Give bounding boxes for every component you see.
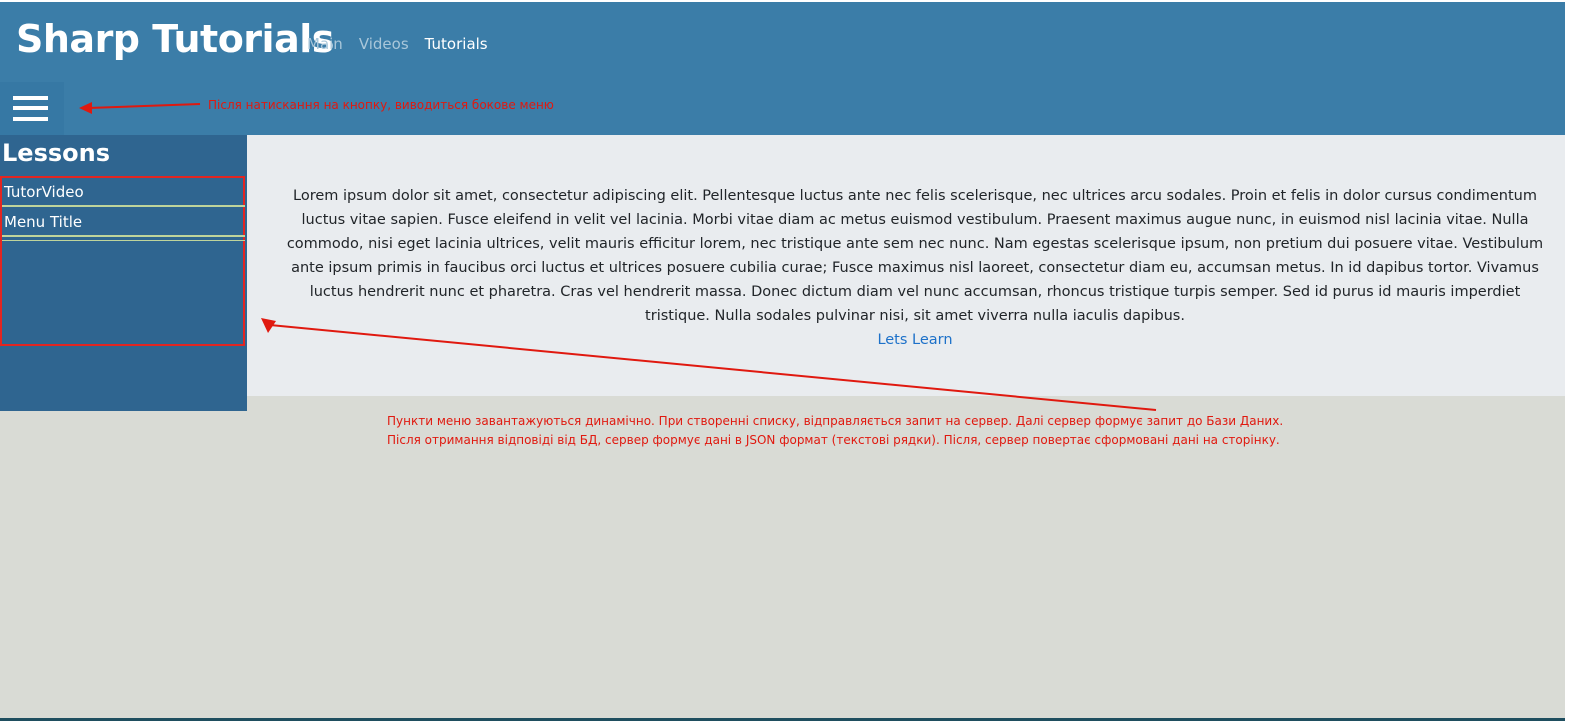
sidebar-item-label: TutorVideo bbox=[4, 183, 84, 201]
side-menu: Lessons TutorVideo Menu Title bbox=[0, 135, 247, 411]
body-paragraph: Lorem ipsum dolor sit amet, consectetur … bbox=[286, 188, 1544, 324]
annotation-line: Пункти меню завантажуються динамічно. Пр… bbox=[387, 414, 1284, 428]
content-text-block: Lorem ipsum dolor sit amet, consectetur … bbox=[281, 184, 1549, 352]
main-content: Lorem ipsum dolor sit amet, consectetur … bbox=[247, 135, 1565, 396]
hamburger-bar bbox=[13, 117, 48, 121]
brand-title[interactable]: Sharp Tutorials bbox=[16, 17, 334, 61]
annotation-line: Після отримання відповіді від БД, сервер… bbox=[387, 433, 1280, 447]
hamburger-bar bbox=[13, 96, 48, 100]
site-header: Sharp Tutorials Main Videos Tutorials Пі… bbox=[0, 2, 1565, 135]
window-right-margin bbox=[1565, 0, 1586, 721]
hamburger-bar bbox=[13, 106, 48, 110]
sidebar-title: Lessons bbox=[2, 139, 110, 167]
sidebar-item-label: Menu Title bbox=[4, 213, 83, 231]
annotation-hamburger-note: Після натискання на кнопку, виводиться б… bbox=[208, 98, 554, 112]
nav-link-main[interactable]: Main bbox=[307, 35, 343, 53]
menu-divider bbox=[2, 240, 245, 241]
sidebar-item-tutorvideo[interactable]: TutorVideo bbox=[2, 178, 245, 207]
nav-link-videos[interactable]: Videos bbox=[359, 35, 409, 53]
sidebar-item-menu-title[interactable]: Menu Title bbox=[2, 208, 245, 237]
lets-learn-link[interactable]: Lets Learn bbox=[281, 328, 1549, 352]
nav-link-tutorials[interactable]: Tutorials bbox=[425, 35, 488, 53]
top-nav: Main Videos Tutorials bbox=[307, 35, 488, 53]
annotation-menu-note: Пункти меню завантажуються динамічно. Пр… bbox=[387, 412, 1283, 450]
sidebar-toggle-button[interactable] bbox=[0, 82, 64, 135]
